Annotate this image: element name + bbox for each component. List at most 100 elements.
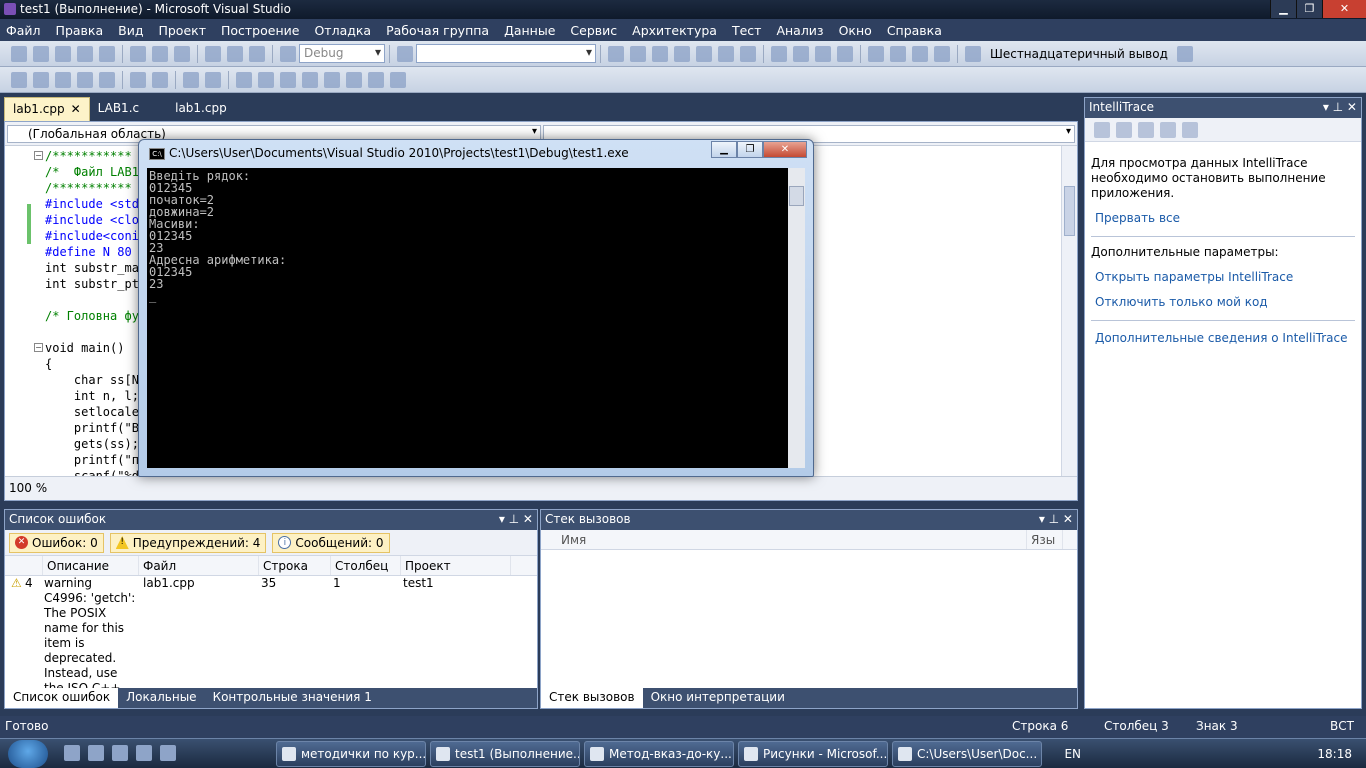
- tab-locals[interactable]: Локальные: [118, 688, 204, 708]
- toolbox-icon[interactable]: [674, 45, 690, 62]
- command-window-icon[interactable]: [740, 45, 756, 62]
- continue-icon[interactable]: [771, 45, 787, 62]
- column-project[interactable]: Проект: [401, 556, 511, 575]
- parameter-info-icon[interactable]: [33, 71, 49, 88]
- stop-icon[interactable]: [815, 45, 831, 62]
- panel-buttons[interactable]: ▾ ⊥ ✕: [1039, 512, 1073, 526]
- more-info-link[interactable]: Дополнительные сведения о IntelliTrace: [1095, 331, 1351, 346]
- errors-filter-button[interactable]: ✕ Ошибок: 0: [9, 532, 104, 553]
- search-icon[interactable]: [1160, 121, 1176, 138]
- internet-explorer-icon[interactable]: [136, 745, 152, 761]
- menu-analyze[interactable]: Анализ: [776, 23, 823, 38]
- column-language[interactable]: Язы: [1027, 530, 1063, 549]
- total-commander-icon[interactable]: [112, 745, 128, 761]
- task-visual-studio[interactable]: test1 (Выполнение...: [430, 741, 580, 767]
- filter-icon[interactable]: [1116, 121, 1132, 138]
- prev-bookmark-doc-icon[interactable]: [346, 71, 362, 88]
- scroll-thumb[interactable]: [1064, 186, 1075, 236]
- open-params-link[interactable]: Открыть параметры IntelliTrace: [1095, 270, 1351, 285]
- prev-bookmark-icon[interactable]: [258, 71, 274, 88]
- console-close-button[interactable]: ✕: [763, 141, 807, 158]
- menu-help[interactable]: Справка: [887, 23, 942, 38]
- decrease-indent-icon[interactable]: [130, 71, 146, 88]
- complete-word-icon[interactable]: [77, 71, 93, 88]
- tab-immediate-window[interactable]: Окно интерпретации: [643, 688, 793, 708]
- show-next-statement-icon[interactable]: [868, 45, 884, 62]
- save-icon[interactable]: [77, 45, 93, 62]
- menu-build[interactable]: Построение: [221, 23, 299, 38]
- close-tab-icon[interactable]: ✕: [71, 102, 81, 116]
- tab-lab1-c[interactable]: LAB1.c: [90, 97, 147, 121]
- save-all-icon[interactable]: [99, 45, 115, 62]
- menu-architecture[interactable]: Архитектура: [632, 23, 717, 38]
- menu-edit[interactable]: Правка: [56, 23, 104, 38]
- break-all-link[interactable]: Прервать все: [1095, 211, 1351, 226]
- prev-bookmark-folder-icon[interactable]: [302, 71, 318, 88]
- toggle-bookmark-icon[interactable]: [236, 71, 252, 88]
- tab-lab1-cpp[interactable]: lab1.cpp ✕: [4, 97, 90, 121]
- console-maximize-button[interactable]: ❐: [737, 141, 763, 158]
- break-all-icon[interactable]: [793, 45, 809, 62]
- extension-manager-icon[interactable]: [718, 45, 734, 62]
- menu-window[interactable]: Окно: [839, 23, 872, 38]
- tab-error-list[interactable]: Список ошибок: [5, 688, 119, 708]
- panel-buttons[interactable]: ▾ ⊥ ✕: [499, 512, 533, 526]
- step-over-icon[interactable]: [912, 45, 928, 62]
- next-bookmark-folder-icon[interactable]: [324, 71, 340, 88]
- menu-team[interactable]: Рабочая группа: [386, 23, 489, 38]
- restart-icon[interactable]: [837, 45, 853, 62]
- display-word-icon[interactable]: [99, 71, 115, 88]
- panel-buttons[interactable]: ▾ ⊥ ✕: [1323, 100, 1357, 114]
- console-window[interactable]: C:\ C:\Users\User\Documents\Visual Studi…: [138, 139, 814, 477]
- tab-lab1-cpp-2[interactable]: lab1.cpp: [167, 97, 235, 121]
- quick-info-icon[interactable]: [55, 71, 71, 88]
- find-combo[interactable]: [416, 44, 596, 63]
- menu-tools[interactable]: Сервис: [570, 23, 617, 38]
- undo-icon[interactable]: [205, 45, 221, 62]
- task-console[interactable]: C:\Users\User\Doc...: [892, 741, 1042, 767]
- collapse-icon[interactable]: −: [34, 151, 43, 160]
- menu-debug[interactable]: Отладка: [314, 23, 371, 38]
- redo-icon[interactable]: [227, 45, 243, 62]
- scroll-thumb[interactable]: [789, 186, 804, 206]
- collapse-icon[interactable]: −: [34, 343, 43, 352]
- column-line[interactable]: Строка: [259, 556, 331, 575]
- comment-icon[interactable]: [183, 71, 199, 88]
- messages-filter-button[interactable]: i Сообщений: 0: [272, 532, 390, 553]
- column-column[interactable]: Столбец: [331, 556, 401, 575]
- warnings-filter-button[interactable]: ! Предупреждений: 4: [109, 532, 267, 553]
- settings-icon[interactable]: [1182, 121, 1198, 138]
- menu-data[interactable]: Данные: [504, 23, 555, 38]
- column-name[interactable]: Имя: [541, 530, 1027, 549]
- tab-call-stack[interactable]: Стек вызовов: [541, 688, 643, 708]
- start-debug-icon[interactable]: [280, 45, 296, 62]
- menu-test[interactable]: Тест: [732, 23, 761, 38]
- minimize-button[interactable]: ▁: [1270, 0, 1296, 18]
- increase-indent-icon[interactable]: [152, 71, 168, 88]
- paste-icon[interactable]: [174, 45, 190, 62]
- list-members-icon[interactable]: [11, 71, 27, 88]
- cut-icon[interactable]: [130, 45, 146, 62]
- step-into-icon[interactable]: [890, 45, 906, 62]
- editor-vertical-scrollbar[interactable]: [1061, 146, 1077, 476]
- list-icon[interactable]: [1094, 121, 1110, 138]
- hex-display-icon[interactable]: [965, 45, 981, 62]
- console-scrollbar[interactable]: [788, 168, 805, 468]
- menu-view[interactable]: Вид: [118, 23, 143, 38]
- start-button[interactable]: [8, 740, 48, 768]
- open-log-icon[interactable]: [1138, 121, 1154, 138]
- just-my-code-link[interactable]: Отключить только мой код: [1095, 295, 1351, 310]
- breakpoints-icon[interactable]: [1176, 45, 1193, 62]
- console-minimize-button[interactable]: ▁: [711, 141, 737, 158]
- solution-explorer-icon[interactable]: [630, 45, 646, 62]
- language-indicator[interactable]: EN: [1064, 747, 1081, 761]
- column-description[interactable]: Описание: [43, 556, 139, 575]
- next-bookmark-doc-icon[interactable]: [368, 71, 384, 88]
- find-in-files-icon[interactable]: [608, 45, 624, 62]
- object-browser-icon[interactable]: [696, 45, 712, 62]
- next-bookmark-icon[interactable]: [280, 71, 296, 88]
- explorer-icon[interactable]: [88, 745, 104, 761]
- clock[interactable]: 18:18: [1317, 747, 1352, 761]
- task-word-doc[interactable]: Метод-вказ-до-ку...: [584, 741, 734, 767]
- zoom-level[interactable]: 100 %: [9, 481, 47, 495]
